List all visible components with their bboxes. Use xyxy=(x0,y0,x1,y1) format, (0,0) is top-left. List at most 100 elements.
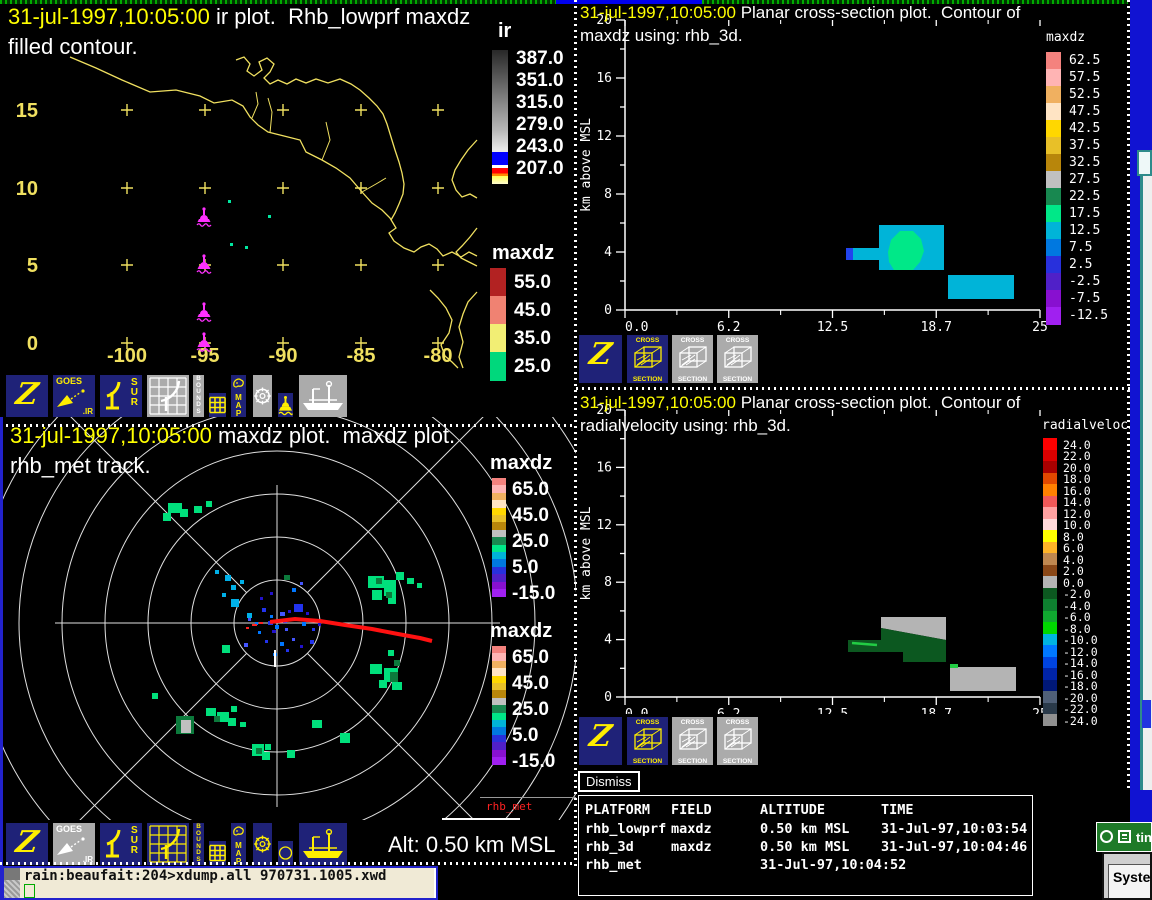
svg-text:4: 4 xyxy=(604,245,612,260)
colorbar-tick-label: 5.0 xyxy=(512,557,539,578)
cross-label: CROSS xyxy=(680,719,705,726)
cross-label: CROSS xyxy=(635,337,660,344)
ir-sublabel: .IR xyxy=(82,407,93,416)
bounds-button[interactable]: BOUNDS xyxy=(192,374,205,418)
svg-text:0.0: 0.0 xyxy=(625,320,648,332)
colorbar-tick-label: 62.5 xyxy=(1069,53,1101,68)
svg-text:18.7: 18.7 xyxy=(921,707,952,714)
time-window-titlebar[interactable]: tin xyxy=(1096,822,1152,852)
radar-grid-icon xyxy=(147,375,189,417)
radar-grid-button[interactable] xyxy=(146,822,190,866)
system-window[interactable]: System xyxy=(1102,852,1152,900)
goes-label: GOES xyxy=(56,824,83,834)
section-label: SECTION xyxy=(722,758,753,765)
map-overlay-button[interactable]: MAP xyxy=(230,374,247,418)
cross-section-button-2[interactable]: CROSS SECTION xyxy=(671,334,714,384)
window-menu-icon[interactable] xyxy=(1100,830,1113,843)
colorbar-tick-label: 2.5 xyxy=(1069,257,1093,272)
colorbar-cell xyxy=(1043,553,1057,565)
buoy-marker xyxy=(196,207,212,227)
cross-section-cube-icon xyxy=(627,726,668,758)
surveillance-radar-button[interactable]: SUR xyxy=(99,822,143,866)
zeb-logo-button[interactable]: Z xyxy=(5,374,49,418)
terminal-text-area[interactable]: rain:beaufait:204>xdump.all 970731.1005.… xyxy=(20,868,434,898)
svg-text:-95: -95 xyxy=(191,345,220,367)
radar-ppi-panel: 31-jul-1997,10:05:00 maxdz plot. maxdz p… xyxy=(0,417,576,820)
colorbar-tick-label: 42.5 xyxy=(1069,121,1101,136)
cross-label: CROSS xyxy=(725,719,750,726)
table-cell: 31-Jul-97,10:04:52 xyxy=(760,857,907,873)
table-cell: FIELD xyxy=(671,802,712,818)
cross-section-cube-icon xyxy=(672,726,713,758)
map-icon xyxy=(231,824,246,842)
xs1-title-line2: maxdz using: rhb_3d. xyxy=(580,26,743,45)
timestamp: 31-jul-1997,10:05:00 xyxy=(580,393,736,412)
table-cell: 31-Jul-97,10:04:46 xyxy=(881,839,1028,855)
colorbar-cell xyxy=(490,268,506,297)
ir-panel-title-line1: 31-jul-1997,10:05:00 ir plot. Rhb_lowprf… xyxy=(8,4,470,30)
cross-section-button-active[interactable]: CROSS SECTION xyxy=(626,334,669,384)
svg-text:12: 12 xyxy=(596,518,612,533)
colorbar-cell xyxy=(1046,137,1061,155)
terminal-scrollbar-thumb[interactable] xyxy=(4,868,20,880)
cross-section-button-active[interactable]: CROSS SECTION xyxy=(626,716,669,766)
dismiss-button[interactable]: Dismiss xyxy=(578,771,640,792)
platform-status-table: PLATFORM FIELD ALTITUDE TIME rhb_lowprf maxdz… xyxy=(578,795,1033,896)
cross-section-button-3[interactable]: CROSS SECTION xyxy=(716,716,759,766)
zeb-logo-button[interactable]: Z xyxy=(578,334,623,384)
bounds-label: BOUNDS xyxy=(196,375,201,415)
colorbar-tick-label: 27.5 xyxy=(1069,172,1101,187)
wheel-button[interactable] xyxy=(252,822,273,866)
colorbar-cell xyxy=(1046,69,1061,87)
zeb-logo-button[interactable]: Z xyxy=(578,716,623,766)
colorbar-tick-label: 5.0 xyxy=(512,725,539,746)
cross-section-cube-icon xyxy=(627,344,668,376)
colorbar-tick-label: -7.5 xyxy=(1069,291,1101,306)
cross-section-button-2[interactable]: CROSS SECTION xyxy=(671,716,714,766)
colorbar-cell xyxy=(1043,576,1057,588)
ship-icon xyxy=(299,823,347,865)
colorbar-tick-label: 52.5 xyxy=(1069,87,1101,102)
system-window-label: System xyxy=(1108,864,1150,898)
colorbar-cell xyxy=(1043,610,1057,623)
rhb-met-track xyxy=(269,616,433,643)
surveillance-radar-button[interactable]: SUR xyxy=(99,374,143,418)
table-cell: maxdz xyxy=(671,821,712,837)
map-toolbar: Z GOES .IR S U R B O U N D S M A P xyxy=(0,374,576,422)
radar-title-text: maxdz plot. maxdz plot. xyxy=(211,423,456,448)
ship-button[interactable] xyxy=(298,374,348,418)
colorbar-cell xyxy=(1043,495,1057,508)
goes-ir-button[interactable]: GOES .IR xyxy=(52,374,96,418)
colorbar-cell xyxy=(1043,507,1057,519)
colorbar-cell xyxy=(1043,656,1057,669)
buoy-button[interactable] xyxy=(277,392,294,418)
grid-icon xyxy=(209,393,226,417)
radar-grid-button[interactable] xyxy=(146,374,190,418)
wheel-button[interactable] xyxy=(252,374,273,418)
terminal-window[interactable]: rain:beaufait:204>xdump.all 970731.1005.… xyxy=(0,866,438,900)
radar-panel-title-line2: rhb_met track. xyxy=(10,453,151,478)
zeb-logo-button[interactable]: Z xyxy=(5,822,49,866)
buoy-marker xyxy=(196,254,212,274)
window-doc-icon[interactable] xyxy=(1118,830,1131,843)
cross-section-button-3[interactable]: CROSS SECTION xyxy=(716,334,759,384)
desktop-scrollbar-thumb[interactable] xyxy=(1142,700,1151,728)
grid-button[interactable] xyxy=(208,392,227,418)
ship-button[interactable] xyxy=(298,822,348,866)
colorbar-cell xyxy=(1046,171,1061,189)
goes-label: GOES xyxy=(56,376,83,386)
colorbar-tick-label: 351.0 xyxy=(516,70,564,91)
colorbar-tick-label: 17.5 xyxy=(1069,206,1101,221)
colorbar-cell xyxy=(1043,484,1057,496)
svg-text:16: 16 xyxy=(596,460,612,475)
bounds-button[interactable]: BOUNDS xyxy=(192,822,205,866)
desktop-scrollbar[interactable] xyxy=(1140,176,1152,790)
ir-panel-title-line2: filled contour. xyxy=(8,34,138,59)
svg-text:4: 4 xyxy=(604,633,612,648)
colorbar-cell xyxy=(1046,86,1061,104)
colorbar-title: ir xyxy=(498,20,512,42)
ship-icon xyxy=(299,375,347,417)
goes-ir-button[interactable]: GOES .IR xyxy=(52,822,96,866)
map-overlay-button[interactable]: MAP xyxy=(230,822,247,866)
colorbar-cell xyxy=(1043,587,1057,600)
